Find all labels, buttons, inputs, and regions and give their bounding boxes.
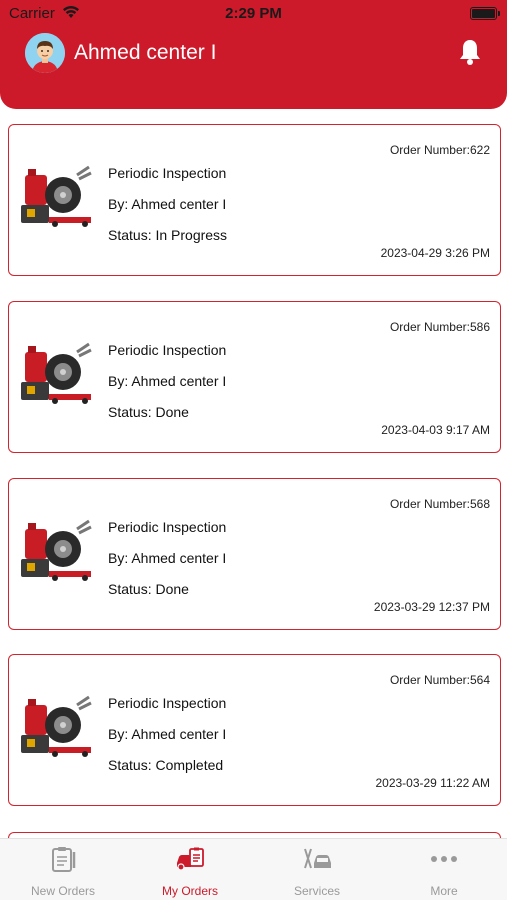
order-date: 2023-04-29 3:26 PM [380, 246, 490, 260]
mechanic-avatar-icon [25, 33, 65, 73]
auto-parts-icon [21, 342, 92, 404]
order-by: By: Ahmed center I [108, 373, 227, 389]
order-card[interactable]: Order Number:564 Periodic Inspection By:… [8, 654, 501, 806]
order-date: 2023-04-03 9:17 AM [381, 423, 490, 437]
tab-label: My Orders [161, 884, 218, 898]
order-title: Periodic Inspection [108, 519, 227, 535]
order-status: Status: Done [108, 404, 189, 420]
auto-parts-icon [21, 519, 92, 581]
app-header: Carrier 2:29 PM Ahmed center I [0, 0, 507, 109]
order-number: Order Number:622 [389, 143, 490, 157]
order-date: 2023-03-29 12:37 PM [373, 600, 490, 614]
order-card[interactable]: Order Number:622 Periodic Inspection By:… [8, 124, 501, 276]
status-time: 2:29 PM [225, 5, 282, 22]
status-bar: Carrier 2:29 PM [0, 0, 507, 28]
order-date: 2023-03-29 11:22 AM [375, 776, 490, 790]
tab-more[interactable]: More [381, 839, 507, 900]
order-by: By: Ahmed center I [108, 550, 227, 566]
order-number: Order Number:568 [389, 497, 490, 511]
order-status: Status: Done [108, 581, 189, 597]
tab-label: Services [293, 884, 340, 898]
tab-services[interactable]: Services [254, 839, 380, 900]
tools-car-icon [304, 848, 331, 869]
notification-bell-icon[interactable] [457, 38, 483, 66]
order-card[interactable]: Order Number:568 Periodic Inspection By:… [8, 478, 501, 630]
order-title: Periodic Inspection [108, 165, 227, 181]
tab-label: More [430, 884, 458, 898]
order-number: Order Number:586 [389, 320, 490, 334]
header-title: Ahmed center I [74, 41, 217, 64]
clipboard-icon [52, 847, 76, 872]
more-dots-icon [431, 856, 457, 862]
order-title: Periodic Inspection [108, 342, 227, 358]
tab-my-orders[interactable]: My Orders [127, 839, 253, 900]
avatar[interactable] [25, 33, 65, 73]
order-by: By: Ahmed center I [108, 196, 227, 212]
tab-bar: New Orders My Orders Services More [0, 838, 507, 900]
order-card[interactable]: Order Number:586 Periodic Inspection By:… [8, 301, 501, 453]
order-title: Periodic Inspection [108, 695, 227, 711]
order-status: Status: In Progress [108, 227, 228, 243]
tab-label: New Orders [30, 884, 95, 898]
order-number: Order Number:564 [389, 673, 490, 687]
order-by: By: Ahmed center I [108, 726, 227, 742]
battery-icon [470, 7, 500, 20]
car-order-icon [177, 847, 204, 871]
auto-parts-icon [21, 165, 92, 227]
order-status: Status: Completed [108, 757, 224, 773]
tab-new-orders[interactable]: New Orders [0, 839, 126, 900]
auto-parts-icon [21, 695, 92, 757]
